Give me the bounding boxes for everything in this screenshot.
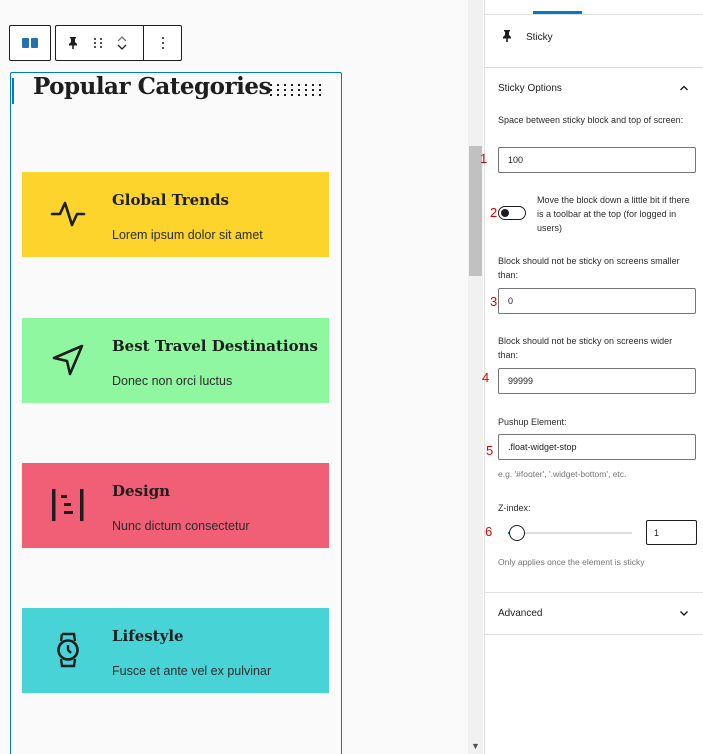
card-description: Lorem ipsum dolor sit amet: [112, 228, 263, 242]
zindex-help: Only applies once the element is sticky: [498, 557, 645, 567]
category-card[interactable]: Lifestyle Fusce et ante vel ex pulvinar: [22, 608, 329, 693]
card-title: Lifestyle: [112, 627, 184, 645]
editor-scrollbar[interactable]: ▼: [468, 0, 483, 754]
sticky-block-card: Sticky: [485, 15, 703, 68]
block-toolbar-type: [9, 25, 51, 61]
card-title: Global Trends: [112, 191, 229, 209]
chevron-down-icon[interactable]: [679, 608, 689, 618]
category-card[interactable]: Global Trends Lorem ipsum dolor sit amet: [22, 172, 329, 257]
block-toolbar-actions: [55, 25, 182, 61]
design-icon: [52, 489, 84, 521]
watch-icon: [57, 632, 79, 668]
annotation-marker: 1: [480, 151, 488, 166]
heading-drag-icon[interactable]: [270, 84, 322, 96]
pin-icon: [503, 30, 511, 42]
more-vertical-icon: [162, 37, 164, 49]
editor-canvas: Popular Categories Global Trends Lorem i…: [0, 0, 468, 754]
block-type-button[interactable]: [10, 26, 50, 60]
zindex-label: Z-index:: [498, 503, 531, 513]
sticky-options-toggle[interactable]: Sticky Options: [498, 83, 562, 94]
scroll-down-icon[interactable]: ▼: [468, 740, 483, 752]
heading-caret: [12, 78, 14, 104]
card-description: Nunc dictum consectetur: [112, 519, 250, 533]
pushup-input[interactable]: .float-widget-stop: [498, 434, 696, 460]
pushup-help: e.g. '#footer', '.widget-bottom', etc.: [498, 469, 627, 479]
card-title: Design: [112, 482, 171, 500]
annotation-marker: 2: [490, 205, 498, 220]
advanced-toggle[interactable]: Advanced: [498, 608, 542, 619]
annotation-marker: 4: [482, 370, 490, 385]
pin-icon: [69, 37, 77, 49]
max-width-input[interactable]: 99999: [498, 368, 696, 394]
category-card[interactable]: Design Nunc dictum consectetur: [22, 463, 329, 548]
sticky-pin-button[interactable]: [62, 26, 84, 60]
move-up-icon[interactable]: [116, 34, 128, 43]
drag-icon: [93, 38, 103, 48]
settings-panel: Sticky Sticky Options Space between stic…: [484, 0, 703, 754]
move-buttons: [112, 26, 132, 60]
zindex-slider-thumb[interactable]: [509, 525, 525, 541]
columns-block-icon: [22, 38, 38, 48]
sticky-title: Sticky: [526, 32, 553, 43]
annotation-marker: 5: [486, 443, 494, 458]
space-label: Space between sticky block and top of sc…: [498, 115, 684, 125]
toggle-label: Move the block down a little bit if ther…: [537, 195, 690, 233]
annotation-marker: 6: [485, 524, 493, 539]
navigation-icon: [52, 344, 84, 376]
drag-handle[interactable]: [89, 26, 107, 60]
toggle-knob: [501, 209, 509, 217]
zindex-input[interactable]: 1: [646, 520, 697, 545]
section-heading[interactable]: Popular Categories: [33, 73, 271, 100]
card-title: Best Travel Destinations: [112, 337, 318, 355]
move-down-icon[interactable]: [116, 43, 128, 52]
section-divider: [485, 592, 703, 593]
min-width-input[interactable]: 0: [498, 288, 696, 314]
smaller-label: Block should not be sticky on screens sm…: [498, 256, 680, 280]
toolbar-offset-toggle[interactable]: [498, 206, 526, 220]
section-divider: [485, 634, 703, 635]
annotation-marker: 3: [490, 294, 498, 309]
options-button[interactable]: [152, 26, 174, 60]
card-description: Fusce et ante vel ex pulvinar: [112, 664, 272, 678]
zindex-track[interactable]: [508, 532, 632, 534]
pushup-label: Pushup Element:: [498, 417, 567, 427]
toolbar-divider: [143, 26, 144, 60]
activity-icon: [50, 201, 86, 227]
card-description: Donec non orci luctus: [112, 374, 233, 388]
chevron-up-icon[interactable]: [679, 83, 689, 93]
wider-label: Block should not be sticky on screens wi…: [498, 336, 673, 360]
category-card[interactable]: Best Travel Destinations Donec non orci …: [22, 318, 329, 403]
space-input[interactable]: 100: [498, 147, 696, 173]
